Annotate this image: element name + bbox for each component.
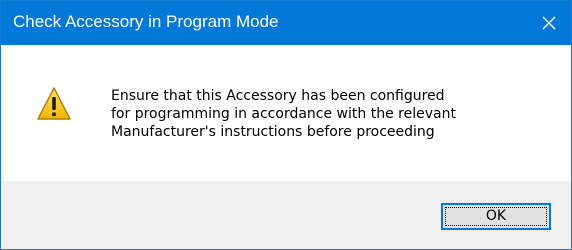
warning-icon bbox=[37, 87, 71, 120]
button-bar: OK bbox=[1, 181, 571, 249]
title-bar[interactable]: Check Accessory in Program Mode bbox=[1, 1, 571, 45]
close-button[interactable] bbox=[527, 1, 571, 45]
dialog-content: Ensure that this Accessory has been conf… bbox=[1, 45, 571, 181]
dialog-title: Check Accessory in Program Mode bbox=[13, 12, 279, 31]
message-dialog: Check Accessory in Program Mode Ensure t… bbox=[0, 0, 572, 250]
ok-button-label: OK bbox=[485, 208, 507, 224]
ok-button[interactable]: OK bbox=[441, 203, 551, 230]
close-icon bbox=[542, 16, 556, 30]
message-text: Ensure that this Accessory has been conf… bbox=[111, 88, 456, 140]
